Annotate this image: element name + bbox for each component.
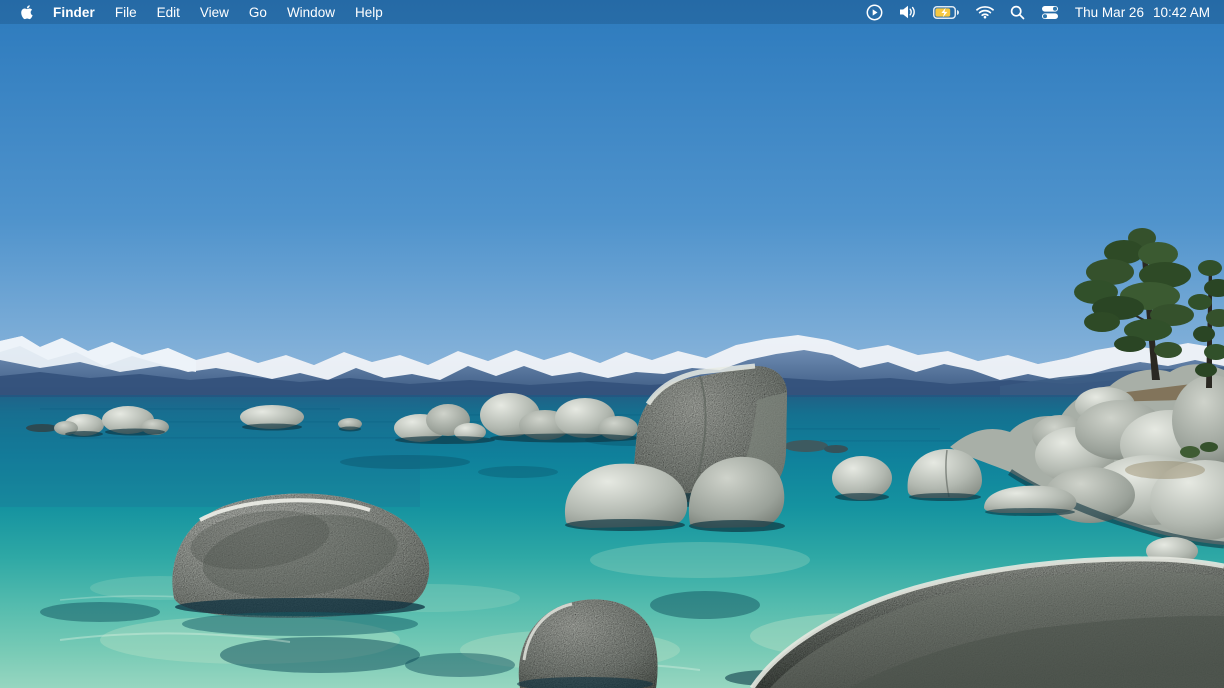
menu-view[interactable]: View: [190, 5, 239, 20]
volume-icon[interactable]: [891, 0, 925, 24]
app-menu[interactable]: Finder: [43, 5, 105, 20]
menu-edit[interactable]: Edit: [147, 5, 190, 20]
menu-bar-clock[interactable]: Thu Mar 26 10:42 AM: [1067, 5, 1216, 20]
now-playing-icon[interactable]: [858, 0, 891, 24]
desktop-wallpaper: [0, 0, 1224, 688]
menu-file[interactable]: File: [105, 5, 147, 20]
clock-time: 10:42 AM: [1153, 5, 1210, 20]
battery-icon[interactable]: [925, 0, 968, 24]
menu-help[interactable]: Help: [345, 5, 393, 20]
menu-go[interactable]: Go: [239, 5, 277, 20]
menu-bar: Finder File Edit View Go Window Help: [0, 0, 1224, 24]
apple-logo-icon: [20, 4, 33, 20]
menu-bar-status: Thu Mar 26 10:42 AM: [858, 0, 1224, 24]
clock-date: Thu Mar 26: [1075, 5, 1144, 20]
menu-bar-left: Finder File Edit View Go Window Help: [0, 0, 393, 24]
wifi-icon[interactable]: [968, 0, 1002, 24]
desktop: Finder File Edit View Go Window Help: [0, 0, 1224, 688]
sky: [0, 0, 1224, 398]
apple-menu[interactable]: [10, 0, 43, 24]
control-center-icon[interactable]: [1033, 0, 1067, 24]
spotlight-icon[interactable]: [1002, 0, 1033, 24]
menu-window[interactable]: Window: [277, 5, 345, 20]
